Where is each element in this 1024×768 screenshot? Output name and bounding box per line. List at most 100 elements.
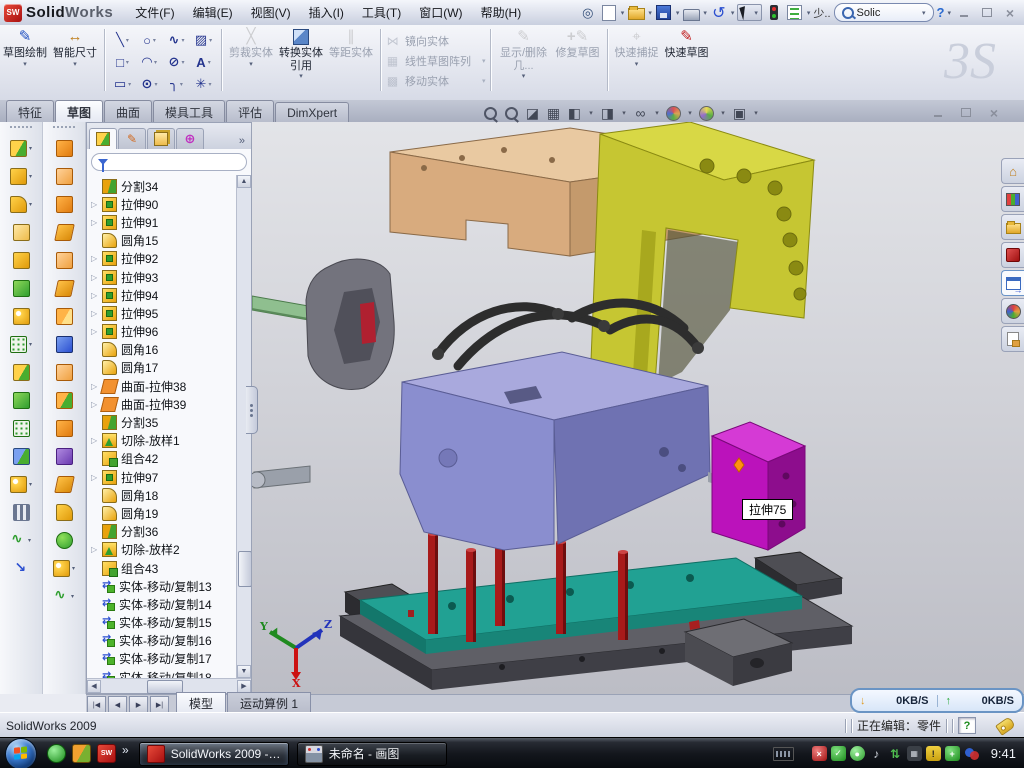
sketch-entity-icon[interactable]: ○ <box>136 29 163 51</box>
dropdown-arrow-icon[interactable]: ▾ <box>719 104 727 122</box>
toolbar-button[interactable] <box>13 364 30 381</box>
first-tab-button[interactable]: |◀ <box>87 696 106 713</box>
save-icon[interactable] <box>655 4 673 22</box>
toolbar-button[interactable] <box>54 280 75 297</box>
next-tab-button[interactable]: ▶ <box>129 696 148 713</box>
quick-launch-chevron[interactable]: » <box>122 743 129 757</box>
prev-tab-button[interactable]: ◀ <box>108 696 127 713</box>
keyboard-layout-icon[interactable] <box>773 747 794 761</box>
propertymanager-tab[interactable]: ✎ <box>118 128 146 149</box>
expand-arrow-icon[interactable]: ▷ <box>91 291 102 300</box>
feature-tree-item[interactable]: ▷ 实体-移动/复制13 <box>91 577 236 595</box>
dropdown-arrow-icon[interactable]: ▾ <box>686 104 694 122</box>
display-delete-relations-button[interactable]: ✎ 显示/删除几... ▾ <box>496 27 552 81</box>
firewall-icon[interactable]: ✓ <box>831 746 846 761</box>
part-selected-extrude75[interactable] <box>712 422 805 550</box>
sketch-entity-icon[interactable]: A <box>190 51 217 73</box>
feature-tree-item[interactable]: ▷ 圆角15 <box>91 232 236 250</box>
display-style-icon[interactable]: ◧ <box>566 104 583 122</box>
restore-button[interactable] <box>977 5 997 20</box>
toolbar-button[interactable] <box>56 448 73 465</box>
dropdown-arrow-icon[interactable]: ▾ <box>752 104 760 122</box>
expand-arrow-icon[interactable]: ▷ <box>91 327 102 336</box>
toolbar-button[interactable] <box>13 504 30 521</box>
graphics-area[interactable]: 拉伸75 Y Z X <box>252 122 1024 694</box>
ime-indicator[interactable]: 少.. <box>813 5 830 21</box>
custom-properties-icon[interactable] <box>1001 326 1024 352</box>
featuremanager-tab[interactable] <box>89 128 117 149</box>
feature-tree-item[interactable]: ▷ 实体-移动/复制14 <box>91 595 236 613</box>
update-badge-icon[interactable]: ● <box>850 746 865 761</box>
feature-tree-item[interactable]: ▷ 曲面-拉伸38 <box>91 377 236 395</box>
ribbon-tab[interactable]: 模具工具 <box>153 100 225 123</box>
toolbar-grip[interactable] <box>10 126 32 132</box>
doc-minimize-button[interactable] <box>928 105 948 120</box>
menu-item[interactable]: 插入(I) <box>301 1 352 24</box>
feature-tree-item[interactable]: ▷ 拉伸90 <box>91 195 236 213</box>
toolbar-button[interactable] <box>56 504 73 521</box>
toolbar-grip[interactable] <box>53 126 75 132</box>
zoom-fit-icon[interactable] <box>482 104 499 122</box>
trim-entities-button[interactable]: ╳ 剪裁实体 ▾ <box>227 27 275 69</box>
select-tool[interactable]: ▾ <box>737 4 762 21</box>
pin-toolbar-icon[interactable]: ◎ <box>579 4 597 22</box>
sketch-entity-icon[interactable]: ▨ <box>190 29 217 51</box>
scroll-down-icon[interactable]: ▼ <box>237 665 251 678</box>
hidden-lines-icon[interactable]: ◨ <box>599 104 616 122</box>
feature-tree-item[interactable]: ▷ 拉伸94 <box>91 286 236 304</box>
view-orientation-icon[interactable]: ▦ <box>545 104 562 122</box>
toolbar-button[interactable] <box>13 420 30 437</box>
last-tab-button[interactable]: ▶| <box>150 696 169 713</box>
sketch-button[interactable]: ✎ 草图绘制 ▾ <box>1 27 49 69</box>
sketch-entity-icon[interactable]: ▭ <box>109 73 136 95</box>
toolbar-button[interactable] <box>13 224 30 241</box>
feature-tree-item[interactable]: ▷ 圆角18 <box>91 486 236 504</box>
offset-entities-button[interactable]: ∥ 等距实体 <box>327 27 375 60</box>
linear-pattern-button[interactable]: ▦ 线性草图阵列 ▾ <box>385 51 486 70</box>
tree-horizontal-scrollbar[interactable]: ◀ ▶ <box>87 678 251 693</box>
toolbar-button[interactable] <box>54 476 75 493</box>
alert-icon[interactable]: ! <box>926 746 941 761</box>
help-button[interactable]: ? <box>937 5 945 20</box>
system-tool-icon[interactable]: ▦ <box>907 746 922 761</box>
part-insert-assembly[interactable] <box>252 259 394 389</box>
part-clamp-bracket[interactable] <box>590 122 814 398</box>
antivirus-icon[interactable]: × <box>812 746 827 761</box>
toolbar-button[interactable] <box>56 336 73 353</box>
volume-icon[interactable]: ♪ <box>869 746 884 761</box>
scroll-right-icon[interactable]: ▶ <box>237 680 251 693</box>
toolbar-button[interactable] <box>56 252 73 269</box>
menu-item[interactable]: 文件(F) <box>127 1 182 24</box>
search-box[interactable]: Solic ▾ <box>834 3 934 22</box>
feature-tree-item[interactable]: ▷ 拉伸92 <box>91 250 236 268</box>
view-settings-icon[interactable]: ▣ <box>731 104 748 122</box>
feature-tree-item[interactable]: ▷ 切除-放样2 <box>91 541 236 559</box>
open-document-icon[interactable] <box>627 4 645 22</box>
feature-tree-item[interactable]: ▷ 圆角16 <box>91 341 236 359</box>
sketch-entity-icon[interactable]: ∿ <box>163 29 190 51</box>
dropdown-arrow-icon[interactable]: ▾ <box>587 104 595 122</box>
feature-tree-item[interactable]: ▷ 圆角19 <box>91 504 236 522</box>
smart-dimension-dropdown-icon[interactable]: ▾ <box>73 61 77 69</box>
sketch-entity-icon[interactable]: □ <box>109 51 136 73</box>
configurationmanager-tab[interactable] <box>147 128 175 149</box>
mirror-entities-button[interactable]: ⋈ 镜向实体 <box>385 31 486 50</box>
feature-tree-item[interactable]: ▷ 组合42 <box>91 450 236 468</box>
sketch-entity-icon[interactable]: ⊘ <box>163 51 190 73</box>
feature-tree-item[interactable]: ▷ 圆角17 <box>91 359 236 377</box>
messenger-icon[interactable] <box>47 744 66 763</box>
dropdown-arrow-icon[interactable]: ▾ <box>653 104 661 122</box>
feature-tree-item[interactable]: ▷ 实体-移动/复制15 <box>91 614 236 632</box>
new-document-icon[interactable] <box>600 4 618 22</box>
scroll-up-icon[interactable]: ▲ <box>237 175 251 188</box>
undo-icon[interactable]: ↺ <box>710 4 728 22</box>
close-button[interactable]: × <box>1000 5 1020 20</box>
resources-icon[interactable] <box>1001 186 1024 212</box>
toolbar-button[interactable] <box>53 560 70 577</box>
ribbon-tab[interactable]: 特征 <box>6 100 54 123</box>
undo-dropdown-icon[interactable]: ▾ <box>731 9 735 17</box>
scroll-thumb[interactable] <box>238 551 251 587</box>
part-cavity-block[interactable] <box>400 352 735 550</box>
doc-restore-button[interactable] <box>956 105 976 120</box>
sketch-dropdown-icon[interactable]: ▾ <box>23 61 27 69</box>
